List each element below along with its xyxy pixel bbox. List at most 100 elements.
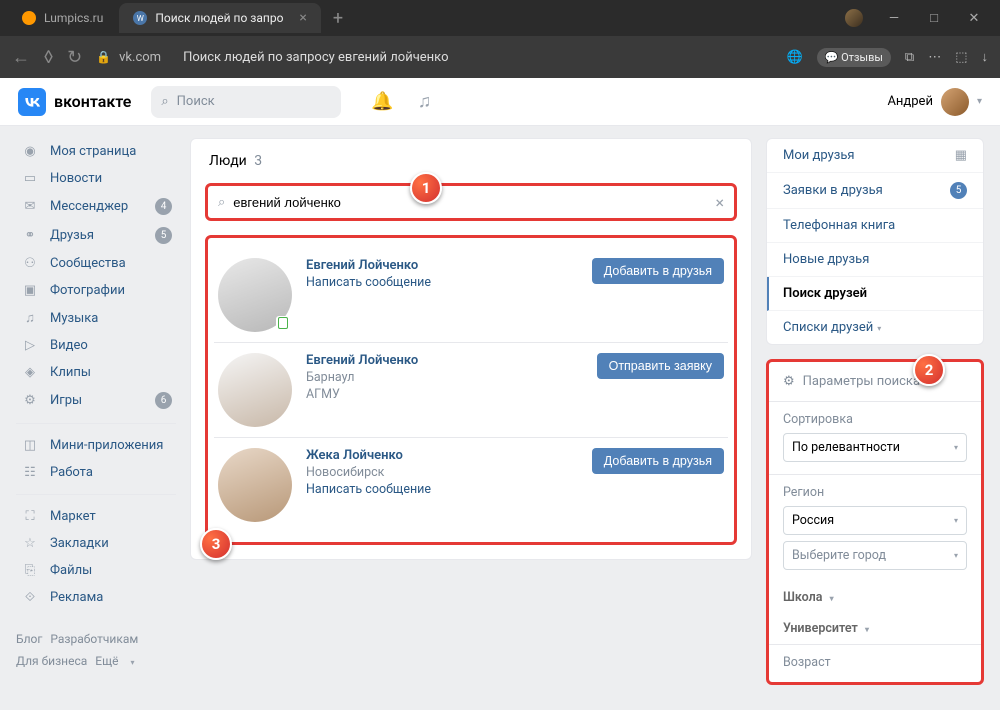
- avatar-small[interactable]: [836, 4, 872, 32]
- favicon: W: [133, 11, 147, 25]
- chevron-down-icon: ▾: [977, 96, 982, 107]
- clips-icon: ◈: [20, 365, 40, 380]
- messenger-icon: ✉: [20, 199, 40, 214]
- page-title: Поиск людей по запросу евгений лойченко: [183, 50, 772, 65]
- person-name[interactable]: Евгений Лойченко: [306, 353, 597, 368]
- message-link[interactable]: Написать сообщение: [306, 482, 592, 497]
- market-icon: ⛶: [20, 509, 40, 524]
- games-icon: ⚙: [20, 393, 40, 408]
- nav-bookmarks[interactable]: ☆Закладки: [16, 530, 176, 557]
- nav-games[interactable]: ⚙Игры6: [16, 386, 176, 415]
- menu-icon[interactable]: ⋯: [928, 50, 941, 65]
- window-minimize[interactable]: —: [876, 4, 912, 32]
- people-search-input[interactable]: [233, 195, 707, 210]
- people-count: 3: [254, 153, 262, 169]
- nav-video[interactable]: ▷Видео: [16, 332, 176, 359]
- notifications-icon[interactable]: 🔔: [371, 91, 393, 112]
- send-request-button[interactable]: Отправить заявку: [597, 353, 724, 379]
- nav-messenger[interactable]: ✉Мессенджер4: [16, 192, 176, 221]
- nav-miniapps[interactable]: ◫Мини-приложения: [16, 432, 176, 459]
- window-close[interactable]: ✕: [956, 4, 992, 32]
- rnav-requests[interactable]: Заявки в друзья5: [767, 173, 983, 209]
- close-icon[interactable]: ×: [299, 10, 306, 26]
- person-avatar[interactable]: [218, 258, 292, 332]
- university-expand[interactable]: Университет ▾: [769, 613, 981, 644]
- pip-icon[interactable]: ⧉: [905, 50, 914, 65]
- rnav-phonebook[interactable]: Телефонная книга: [767, 209, 983, 243]
- translate-icon[interactable]: 🌐: [786, 50, 802, 65]
- favicon: [22, 11, 36, 25]
- nav-profile[interactable]: ◉Моя страница: [16, 138, 176, 165]
- footer-link[interactable]: Для бизнеса: [16, 654, 87, 668]
- files-icon: ⎘: [20, 563, 40, 578]
- school-expand[interactable]: Школа ▾: [769, 582, 981, 613]
- person-row: Евгений Лойченко Барнаул АГМУ Отправить …: [214, 342, 728, 437]
- window-maximize[interactable]: □: [916, 4, 952, 32]
- nav-clips[interactable]: ◈Клипы: [16, 359, 176, 386]
- annotation-marker-3: 3: [200, 528, 232, 560]
- extensions-icon[interactable]: ⬚: [955, 50, 967, 65]
- reviews-badge[interactable]: 💬 Отзывы: [817, 48, 891, 67]
- friends-icon: ⚭: [20, 228, 40, 243]
- nav-ads[interactable]: ⟐Реклама: [16, 584, 176, 611]
- person-name[interactable]: Евгений Лойченко: [306, 258, 592, 273]
- rnav-new-friends[interactable]: Новые друзья: [767, 243, 983, 277]
- rnav-friend-lists[interactable]: Списки друзей▾: [767, 311, 983, 344]
- nav-music[interactable]: ♫Музыка: [16, 304, 176, 332]
- nav-friends[interactable]: ⚭Друзья5: [16, 221, 176, 250]
- footer-links: БлогРазработчикам Для бизнесаЕщё▾: [16, 629, 176, 672]
- left-sidebar: ◉Моя страница ▭Новости ✉Мессенджер4 ⚭Дру…: [16, 138, 176, 698]
- city-select[interactable]: Выберите город▾: [783, 541, 967, 570]
- header-search[interactable]: ⌕ Поиск: [151, 86, 341, 118]
- search-filters: ⚙ Параметры поиска ▴ Сортировка По релев…: [766, 359, 984, 685]
- nav-market[interactable]: ⛶Маркет: [16, 503, 176, 530]
- filters-header[interactable]: ⚙ Параметры поиска ▴: [769, 362, 981, 401]
- chevron-down-icon: ▾: [877, 324, 881, 333]
- shield-icon[interactable]: ◊: [44, 47, 53, 68]
- add-friend-button[interactable]: Добавить в друзья: [592, 448, 724, 474]
- reload-button[interactable]: ↻: [67, 47, 82, 68]
- nav-photos[interactable]: ▣Фотографии: [16, 277, 176, 304]
- search-icon: ⌕: [161, 94, 168, 109]
- url-text: vk.com: [119, 50, 161, 65]
- annotation-marker-2: 2: [913, 354, 945, 386]
- ads-icon: ⟐: [20, 590, 40, 605]
- footer-link[interactable]: Блог: [16, 632, 42, 646]
- user-menu[interactable]: Андрей ▾: [887, 88, 982, 116]
- footer-link[interactable]: Разработчикам: [50, 632, 138, 646]
- person-avatar[interactable]: [218, 448, 292, 522]
- bookmarks-icon: ☆: [20, 536, 40, 551]
- sort-select[interactable]: По релевантности▾: [783, 433, 967, 462]
- country-select[interactable]: Россия▾: [783, 506, 967, 535]
- vk-logo[interactable]: вконтакте: [18, 88, 131, 116]
- people-search-box[interactable]: ⌕ ×: [205, 183, 737, 221]
- footer-link[interactable]: Ещё: [95, 654, 118, 668]
- nav-files[interactable]: ⎘Файлы: [16, 557, 176, 584]
- nav-groups[interactable]: ⚇Сообщества: [16, 250, 176, 277]
- nav-news[interactable]: ▭Новости: [16, 165, 176, 192]
- person-name[interactable]: Жека Лойченко: [306, 448, 592, 463]
- profile-icon: ◉: [20, 144, 40, 159]
- sort-label: Сортировка: [783, 412, 967, 427]
- people-card: Люди 3 ⌕ × Евгений Лойченко Написать соо…: [190, 138, 752, 560]
- rnav-search-friends[interactable]: Поиск друзей: [767, 277, 983, 311]
- clear-icon[interactable]: ×: [715, 193, 724, 212]
- photos-icon: ▣: [20, 283, 40, 298]
- add-friend-button[interactable]: Добавить в друзья: [592, 258, 724, 284]
- tab-title: Lumpics.ru: [44, 11, 103, 25]
- downloads-icon[interactable]: ↓: [982, 49, 989, 65]
- browser-tab-inactive[interactable]: Lumpics.ru: [8, 3, 117, 33]
- music-icon[interactable]: ♫: [418, 91, 432, 112]
- new-tab-button[interactable]: +: [323, 8, 353, 29]
- rnav-my-friends[interactable]: Мои друзья▦: [767, 139, 983, 173]
- back-button[interactable]: ←: [12, 47, 30, 68]
- browser-tab-active[interactable]: W Поиск людей по запро ×: [119, 3, 321, 33]
- message-link[interactable]: Написать сообщение: [306, 275, 592, 290]
- music-icon: ♫: [20, 310, 40, 326]
- badge: 5: [155, 227, 172, 244]
- url-display[interactable]: 🔒 vk.com: [96, 50, 161, 65]
- nav-jobs[interactable]: ☷Работа: [16, 459, 176, 486]
- person-avatar[interactable]: [218, 353, 292, 427]
- browser-tab-strip: Lumpics.ru W Поиск людей по запро × + — …: [0, 0, 1000, 36]
- address-bar: ← ◊ ↻ 🔒 vk.com Поиск людей по запросу ев…: [0, 36, 1000, 78]
